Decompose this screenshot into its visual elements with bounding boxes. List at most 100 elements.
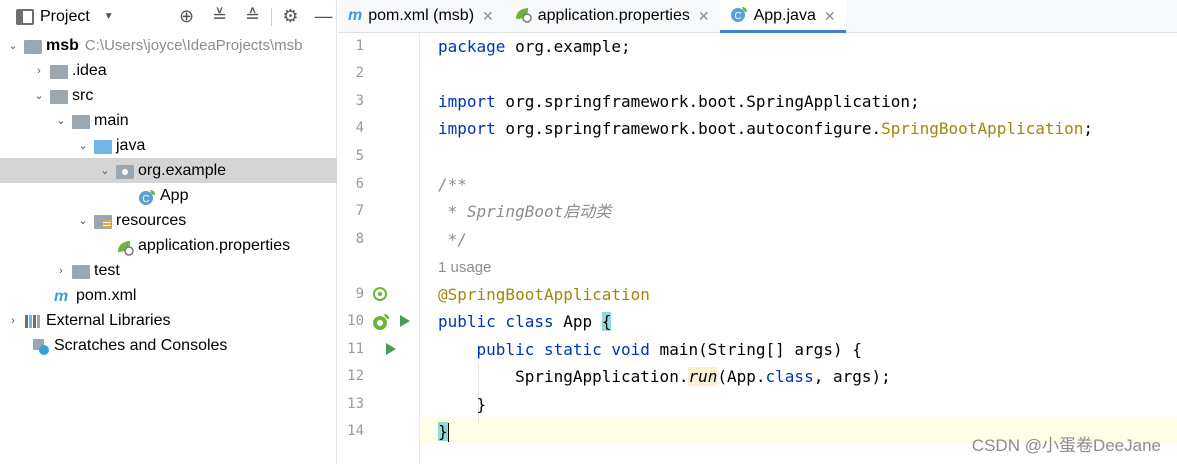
tree-item-label: application.properties xyxy=(138,236,291,254)
tree-item-pom-xml[interactable]: m pom.xml xyxy=(0,283,337,308)
line-number: 3 xyxy=(355,93,364,109)
maven-icon: m xyxy=(348,7,363,24)
project-panel: Project ▼ ⊕ ≚ ≙ ⚙ — ⌄ msb C:\Users\joyce… xyxy=(0,0,337,464)
tree-item-external-libraries[interactable]: › External Libraries xyxy=(0,308,337,333)
expand-arrow-icon[interactable]: ⌄ xyxy=(32,89,46,102)
locate-file-icon[interactable]: ⊕ xyxy=(170,0,203,33)
expand-arrow-icon[interactable]: ⌄ xyxy=(6,39,20,52)
tree-item-main[interactable]: ⌄ main xyxy=(0,108,337,133)
code-text: ; xyxy=(1083,119,1094,138)
line-number: 5 xyxy=(355,148,364,164)
code-text: main(String[] args) { xyxy=(649,340,862,359)
tree-item-java[interactable]: ⌄ java xyxy=(0,133,337,158)
line-number: 8 xyxy=(355,231,364,247)
method-call: run xyxy=(688,367,718,386)
tab-pom-xml[interactable]: m pom.xml (msb) ✕ xyxy=(338,0,504,32)
folder-icon xyxy=(72,263,90,279)
matched-brace: } xyxy=(438,422,448,441)
spring-bean-gutter-icon[interactable] xyxy=(372,286,388,306)
collapse-all-icon[interactable]: ≙ xyxy=(236,0,269,33)
project-window-icon xyxy=(16,8,34,25)
tree-item-label: src xyxy=(72,86,94,104)
line-number: 2 xyxy=(355,65,364,81)
folder-icon xyxy=(50,63,68,79)
close-icon[interactable]: ✕ xyxy=(482,8,494,25)
tree-item-label: msb xyxy=(46,36,79,54)
line-number: 11 xyxy=(347,341,364,357)
hide-panel-icon[interactable]: — xyxy=(307,0,340,33)
tab-app-java[interactable]: C App.java ✕ xyxy=(719,0,846,33)
line-number: 6 xyxy=(355,176,364,192)
tab-label: application.properties xyxy=(537,7,690,24)
keyword: class xyxy=(765,367,814,386)
close-icon[interactable]: ✕ xyxy=(824,8,836,25)
annotation-class: SpringBootApplication xyxy=(881,119,1084,138)
tree-item-label: resources xyxy=(116,211,187,229)
tree-item-msb[interactable]: ⌄ msb C:\Users\joyce\IdeaProjects\msb xyxy=(0,33,337,58)
expand-arrow-icon[interactable]: ⌄ xyxy=(76,214,90,227)
gear-icon[interactable]: ⚙ xyxy=(274,0,307,33)
run-icon[interactable] xyxy=(398,314,412,332)
matched-brace: { xyxy=(601,312,612,331)
tree-item-label: External Libraries xyxy=(46,311,171,329)
folder-icon xyxy=(72,113,90,129)
spring-class-icon: C xyxy=(730,5,748,28)
view-dropdown-icon[interactable]: ▼ xyxy=(104,11,114,22)
code-line-6: /** xyxy=(438,175,467,194)
code-editor[interactable]: package org.example; import org.springfr… xyxy=(419,33,1177,464)
tab-application-properties[interactable]: application.properties ✕ xyxy=(504,0,720,32)
module-folder-icon xyxy=(24,38,42,54)
tree-item-label: pom.xml xyxy=(76,286,137,304)
libraries-icon xyxy=(24,313,42,329)
spring-properties-icon xyxy=(514,5,532,28)
spring-properties-icon xyxy=(116,238,134,256)
tree-item-src[interactable]: ⌄ src xyxy=(0,83,337,108)
tree-item-application-properties[interactable]: application.properties xyxy=(0,233,337,258)
source-folder-icon xyxy=(94,138,112,154)
code-line-8: */ xyxy=(438,230,467,249)
tree-item-test[interactable]: › test xyxy=(0,258,337,283)
expand-arrow-icon[interactable]: ⌄ xyxy=(98,164,112,177)
svg-text:C: C xyxy=(734,11,741,22)
line-number: 12 xyxy=(347,368,364,384)
run-icon[interactable] xyxy=(384,342,398,360)
tree-item-label: java xyxy=(116,136,146,154)
tree-item-scratches[interactable]: Scratches and Consoles xyxy=(0,333,337,358)
tab-label: pom.xml (msb) xyxy=(368,7,475,24)
collapsed-arrow-icon[interactable]: › xyxy=(6,315,20,327)
code-line-3: import org.springframework.boot.SpringAp… xyxy=(438,88,920,115)
line-number: 14 xyxy=(347,423,364,439)
expand-arrow-icon[interactable]: ⌄ xyxy=(54,114,68,127)
project-view-title[interactable]: Project xyxy=(40,8,90,26)
editor-gutter: 1 2 3 4 5 6 7 8 9 10 11 12 13 14 xyxy=(338,33,434,464)
collapsed-arrow-icon[interactable]: › xyxy=(32,65,46,77)
spring-class-gutter-icon[interactable] xyxy=(372,313,390,335)
expand-arrow-icon[interactable]: ⌄ xyxy=(76,139,90,152)
code-text: (App. xyxy=(717,367,766,386)
code-line-4: import org.springframework.boot.autoconf… xyxy=(438,115,1093,142)
code-line-10: public class App { xyxy=(438,308,612,335)
close-icon[interactable]: ✕ xyxy=(698,8,710,25)
tree-item-app[interactable]: C App xyxy=(0,183,337,208)
usage-hint[interactable]: 1 usage xyxy=(438,259,491,276)
code-line-9: @SpringBootApplication xyxy=(438,285,650,304)
line-number: 7 xyxy=(355,203,364,219)
keyword: public static void xyxy=(438,340,650,359)
watermark: CSDN @小蛋卷DeeJane xyxy=(971,436,1161,455)
tree-item-label: main xyxy=(94,111,129,129)
text-caret xyxy=(447,423,449,442)
collapsed-arrow-icon[interactable]: › xyxy=(54,265,68,277)
keyword: package xyxy=(438,37,506,56)
line-number: 10 xyxy=(347,313,364,329)
tree-item-label: App xyxy=(160,186,189,204)
tree-item-resources[interactable]: ⌄ resources xyxy=(0,208,337,233)
tree-item-idea[interactable]: › .idea xyxy=(0,58,337,83)
code-text: org.springframework.boot.autoconfigure. xyxy=(495,119,882,138)
tree-item-org-example[interactable]: ⌄ org.example xyxy=(0,158,337,183)
code-line-11: public static void main(String[] args) { xyxy=(438,336,862,363)
keyword: import xyxy=(438,119,496,138)
scratches-icon xyxy=(32,338,50,355)
folder-icon xyxy=(50,88,68,104)
code-text: App xyxy=(553,312,602,331)
expand-all-icon[interactable]: ≚ xyxy=(203,0,236,33)
